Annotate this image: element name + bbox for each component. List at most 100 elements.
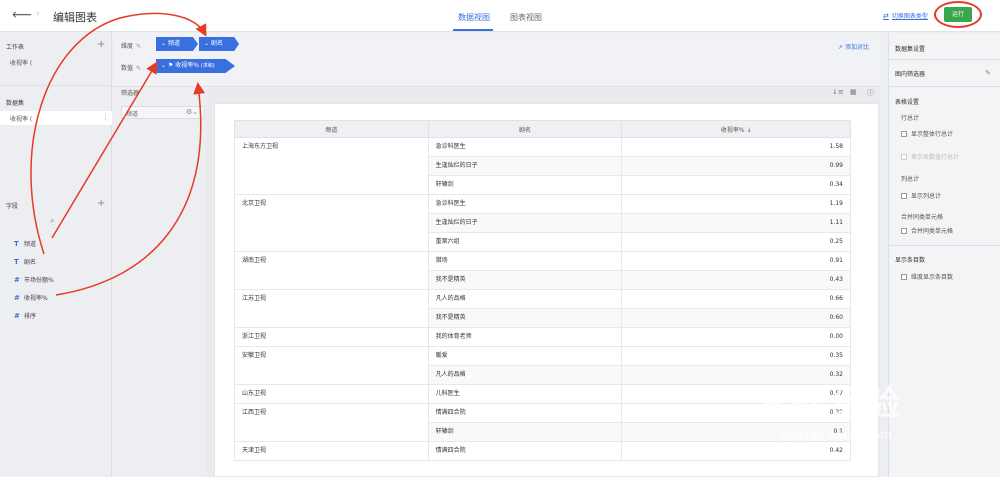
show-col-total-checkbox[interactable]: 显示列总计 xyxy=(901,191,941,200)
pencil-icon[interactable]: ✎ xyxy=(136,65,141,72)
title-cell: 急诊科医生 xyxy=(427,194,623,214)
tab-chart-view[interactable]: 图表视图 xyxy=(510,12,542,23)
checkbox-icon xyxy=(901,193,907,199)
checkbox-icon xyxy=(901,154,907,160)
watermark-logo: Bai 经验 xyxy=(760,384,901,424)
more-icon[interactable]: ⋮ xyxy=(102,113,109,121)
merge-cells-checkbox[interactable]: 合并同类单元格 xyxy=(901,226,953,235)
column-header[interactable]: 收视率% ↓ xyxy=(621,120,851,138)
title-cell: 生逢灿烂的日子 xyxy=(427,156,623,176)
dataset-title: 数据集 xyxy=(6,100,25,107)
field-item[interactable]: T 频道 xyxy=(14,239,36,248)
table-row: 湖南卫视 猎场 0.91 xyxy=(234,251,851,290)
checkbox-icon xyxy=(901,228,907,234)
calendar-icon[interactable]: ▦ xyxy=(850,88,857,96)
number-type-icon: # xyxy=(14,276,20,284)
swap-icon: ⇄ xyxy=(883,12,889,20)
divider xyxy=(889,86,1000,87)
title-cell: 凡人的品格 xyxy=(427,365,623,385)
chevron-down-icon: ⌄ xyxy=(161,40,168,47)
title-cell: 轩辕剑 xyxy=(427,422,623,442)
arrow-left-icon[interactable]: ⟵ xyxy=(12,7,32,23)
table-row: 上海东方卫视 急诊科医生 1.58 xyxy=(234,137,851,195)
add-worksheet-icon[interactable]: + xyxy=(97,40,105,50)
watermark-url: jingyan.baidu.com xyxy=(781,428,892,442)
field-item[interactable]: # 收视率% xyxy=(14,293,48,302)
data-label-text: 数值 xyxy=(121,65,134,72)
sort-icon[interactable]: ↓≡ xyxy=(832,88,844,96)
chevron-right-icon: › xyxy=(36,9,40,19)
add-field-icon[interactable]: + xyxy=(97,199,105,209)
checkbox-label: 显示列总计 xyxy=(911,193,942,200)
column-header[interactable]: 剧名 xyxy=(427,120,623,138)
table-row: 安徽卫视 暖爱 0.35 xyxy=(234,346,851,385)
rating-cell: 0.34 xyxy=(621,175,851,195)
show-dim-row-total-checkbox[interactable]: 显示各数值行总计 xyxy=(901,152,959,161)
title-cell: 急诊科医生 xyxy=(427,137,623,157)
tab-data-view[interactable]: 数据视图 xyxy=(458,12,490,23)
title-cell: 情满四合院 xyxy=(427,441,623,461)
data-table: 频道 剧名 收视率% ↓ 上海东方卫视 急诊科医生 1.58 生逢灿烂的日子 0.99 轩… xyxy=(234,120,851,461)
show-entries-checkbox[interactable]: 维度显示条目数 xyxy=(901,272,953,281)
number-type-icon: # xyxy=(14,312,20,320)
rating-cell: 0.25 xyxy=(621,232,851,252)
table-row: 江西卫视 情满四合院 0.32 xyxy=(234,403,851,442)
switch-chart-type-link[interactable]: ⇄ 切换图表类型 xyxy=(883,11,928,20)
field-label: 频道 xyxy=(24,241,37,248)
rating-cell: 0.00 xyxy=(621,327,851,347)
dimension-pill-channel[interactable]: ⌄ 频道 xyxy=(156,37,198,51)
chart-filter-title[interactable]: 图内筛选器 xyxy=(895,69,925,78)
pencil-icon[interactable]: ✎ xyxy=(985,69,991,77)
merge-cells-label: 合并同类单元格 xyxy=(901,214,944,221)
title-cell: 儿科医生 xyxy=(427,384,623,404)
checkbox-label: 显示整体行总计 xyxy=(911,131,954,138)
data-pill-rating[interactable]: ⌄ ⚑ 收视率% (求和) xyxy=(156,59,235,73)
dataset-item-label: 收视率 ( xyxy=(10,116,33,123)
divider xyxy=(889,59,1000,60)
table-settings-title: 表格设置 xyxy=(895,99,920,106)
channel-cell: 上海东方卫视 xyxy=(234,137,429,195)
table-row: 北京卫视 急诊科医生 1.19 xyxy=(234,194,851,252)
title-cell: 我的体育老师 xyxy=(427,327,623,347)
left-panel: 工作表 + 收视率 ( 数据集 收视率 ( ⋮ 字段 + ⌕ T 频道 T 剧名 #… xyxy=(0,33,112,477)
field-item[interactable]: T 剧名 xyxy=(14,257,36,266)
worksheet-title: 工作表 xyxy=(6,44,25,51)
field-label: 收视率% xyxy=(24,295,48,302)
checkbox-icon xyxy=(901,131,907,137)
filter-item[interactable]: 频道 ⚙⌄ xyxy=(121,106,205,119)
gear-icon[interactable]: ⚙⌄ xyxy=(186,108,198,116)
chevron-down-icon: ⌄ xyxy=(204,40,211,47)
pill-label: 收视率% xyxy=(175,62,199,69)
col-total-label: 列总计 xyxy=(901,176,920,183)
column-header[interactable]: 频道 xyxy=(234,120,429,138)
rating-cell: 1.58 xyxy=(621,137,851,157)
dimension-pill-title[interactable]: ⌄ 剧名 xyxy=(199,37,239,51)
table-row: 天津卫视 情满四合院 0.42 xyxy=(234,441,851,461)
divider xyxy=(889,245,1000,246)
dataset-item[interactable]: 收视率 ( ⋮ xyxy=(0,111,112,125)
add-compare-link[interactable]: ↗ 添加对比 xyxy=(838,42,869,51)
show-row-total-checkbox[interactable]: 显示整体行总计 xyxy=(901,129,953,138)
field-item[interactable]: # 排序 xyxy=(14,311,36,320)
add-compare-label: 添加对比 xyxy=(844,44,869,51)
field-item[interactable]: # 市场份额% xyxy=(14,275,54,284)
pencil-icon[interactable]: ✎ xyxy=(136,43,141,50)
dimension-label: 维度 ✎ xyxy=(121,41,141,50)
title-cell: 我不是精英 xyxy=(427,308,623,328)
divider xyxy=(0,85,112,86)
text-type-icon: T xyxy=(14,240,19,248)
chevron-down-icon: ⌄ xyxy=(161,62,168,69)
title-cell: 暖爱 xyxy=(427,346,623,366)
worksheet-item[interactable]: 收视率 ( xyxy=(10,58,32,67)
rating-cell: 1.19 xyxy=(621,194,851,214)
title-cell: 猎场 xyxy=(427,251,623,271)
rating-cell: 0.66 xyxy=(621,289,851,309)
rating-cell: 0.99 xyxy=(621,156,851,176)
info-icon[interactable]: ⓘ xyxy=(867,88,874,98)
filter-item-label: 频道 xyxy=(126,111,139,118)
row-total-label: 行总计 xyxy=(901,115,920,122)
search-icon[interactable]: ⌕ xyxy=(50,216,54,226)
channel-cell: 湖南卫视 xyxy=(234,251,429,290)
channel-cell: 山东卫视 xyxy=(234,384,429,404)
title-cell: 重案六组 xyxy=(427,232,623,252)
